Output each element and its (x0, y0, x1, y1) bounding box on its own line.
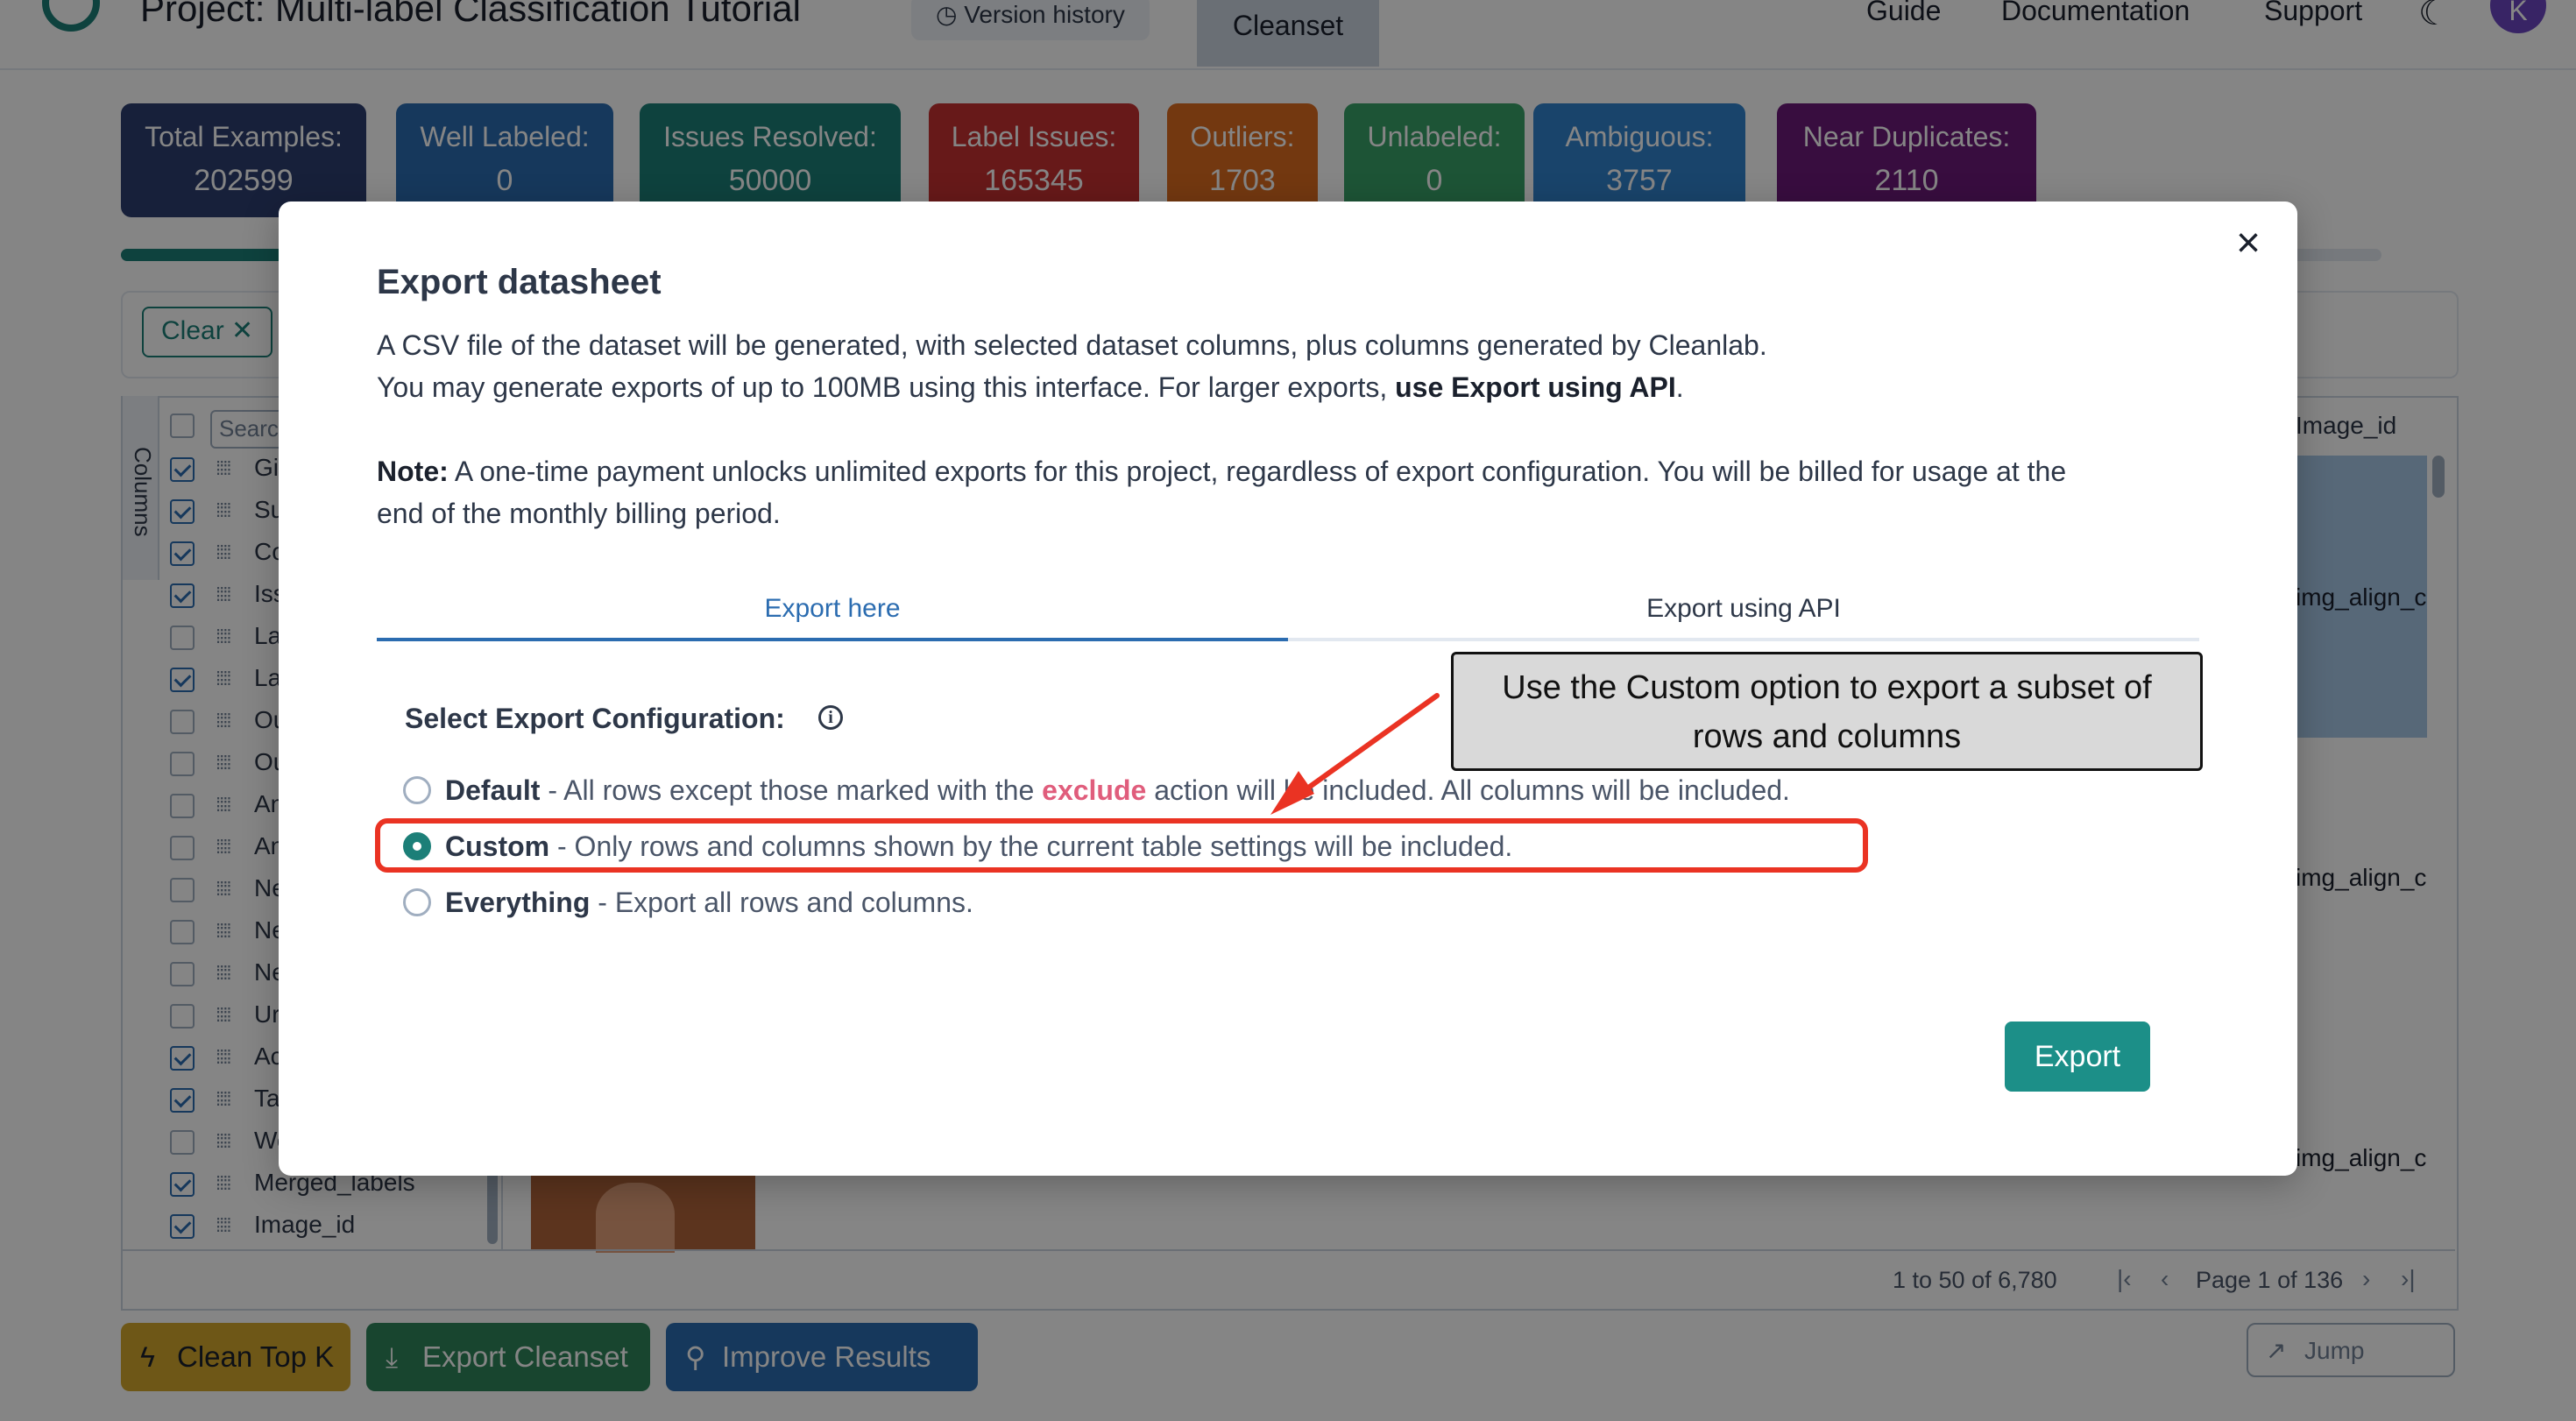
modal-description: A CSV file of the dataset will be genera… (377, 329, 1767, 361)
export-button[interactable]: Export (2005, 1022, 2150, 1092)
radio-everything[interactable] (403, 888, 431, 916)
info-icon[interactable]: i (818, 705, 843, 730)
modal-title: Export datasheet (377, 263, 662, 301)
modal-size-limit: You may generate exports of up to 100MB … (377, 371, 1684, 403)
tab-export-using-api[interactable]: Export using API (1288, 594, 2199, 624)
modal-note: Note: A one-time payment unlocks unlimit… (377, 456, 2067, 487)
option-everything-label[interactable]: Everything - Export all rows and columns… (445, 887, 973, 919)
custom-option-highlight (375, 818, 1868, 873)
export-api-link[interactable]: use Export using API (1395, 371, 1676, 403)
export-config-label: Select Export Configuration: (405, 703, 785, 734)
tab-export-here[interactable]: Export here (377, 594, 1288, 624)
option-default-label[interactable]: Default - All rows except those marked w… (445, 774, 1790, 807)
close-icon[interactable]: × (2231, 221, 2266, 266)
radio-default[interactable] (403, 776, 431, 804)
modal-note-cont: end of the monthly billing period. (377, 498, 781, 529)
active-tab-indicator (377, 638, 1288, 641)
annotation-callout: Use the Custom option to export a subset… (1451, 652, 2203, 771)
